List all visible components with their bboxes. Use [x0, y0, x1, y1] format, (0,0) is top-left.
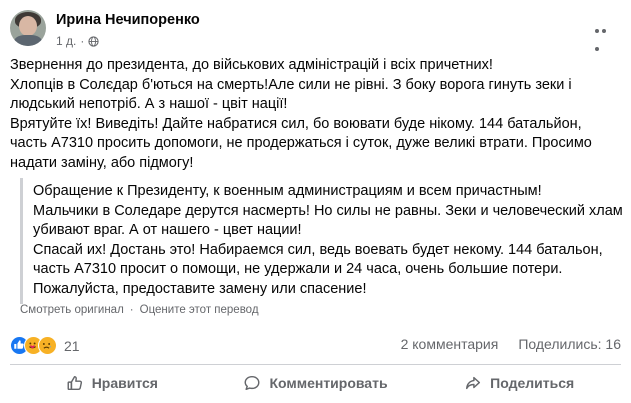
post-stats: 21 2 комментария Поделились: 16 — [10, 336, 621, 355]
share-button[interactable]: Поделиться — [417, 366, 621, 400]
shares-count[interactable]: Поделились: 16 — [518, 336, 621, 352]
reaction-count: 21 — [64, 337, 80, 354]
post-time[interactable]: 1 д. — [56, 34, 76, 48]
post-paragraph: Хлопців в Солєдар б'ються на смерть!Але … — [10, 76, 572, 113]
thumbs-up-icon — [67, 375, 82, 391]
author-name[interactable]: Ирина Нечипоренко — [56, 12, 200, 28]
rate-translation-link[interactable]: Оцените этот перевод — [140, 304, 259, 316]
link-separator: · — [129, 304, 134, 316]
comment-button[interactable]: Комментировать — [214, 366, 418, 400]
comment-icon — [244, 375, 260, 391]
translation-block: Обращение к Президенту, к военным админи… — [20, 178, 623, 304]
see-original-link[interactable]: Смотреть оригинал — [20, 304, 124, 316]
post-header: Ирина Нечипоренко 1 д. · — [10, 8, 621, 52]
post-paragraph: Звернення до президента, до військових а… — [10, 57, 493, 73]
translation-paragraph: Мальчики в Соледаре дерутся насмерть! Но… — [33, 202, 623, 239]
avatar[interactable] — [10, 10, 46, 46]
globe-icon — [88, 35, 99, 47]
more-options-icon[interactable] — [595, 20, 615, 51]
translation-paragraph: Спасай их! Достань это! Набираемся сил, … — [33, 241, 603, 297]
like-label: Нравится — [91, 375, 158, 391]
reactions-summary[interactable]: 21 — [10, 336, 80, 355]
translation-paragraph: Обращение к Президенту, к военным админи… — [33, 183, 542, 199]
action-bar: Нравится Комментировать Поделиться — [10, 366, 621, 400]
share-label: Поделиться — [490, 375, 575, 391]
post-body: Звернення до президента, до військових а… — [10, 56, 616, 173]
post-meta: 1 д. · — [56, 34, 99, 48]
translation-links: Смотреть оригинал · Оцените этот перевод — [20, 304, 259, 316]
comments-count[interactable]: 2 комментария — [401, 336, 499, 352]
share-icon — [466, 376, 481, 390]
meta-separator: · — [80, 34, 85, 48]
like-button[interactable]: Нравится — [10, 366, 214, 400]
divider — [10, 364, 621, 365]
post-paragraph: Врятуйте їх! Виведіть! Дайте набратися с… — [10, 115, 592, 171]
sad-reaction-icon — [38, 336, 57, 355]
comment-label: Комментировать — [269, 375, 388, 391]
